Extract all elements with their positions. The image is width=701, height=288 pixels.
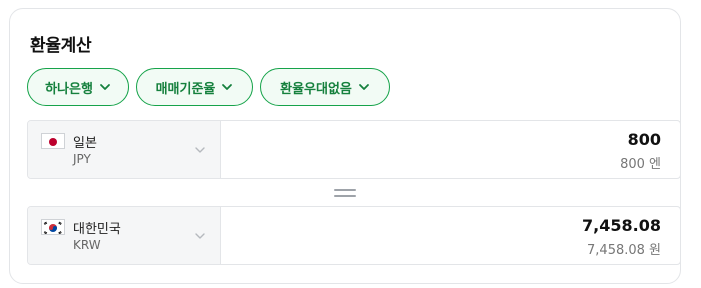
chevron-down-icon [195,233,205,239]
rate-type-select-chip[interactable]: 매매기준율 [136,68,253,106]
chevron-down-icon [222,84,233,90]
bank-select-chip[interactable]: 하나은행 [27,68,129,106]
korea-flag-icon [41,219,65,235]
preferential-rate-select-chip[interactable]: 환율우대없음 [260,68,390,106]
to-currency-row: 대한민국 KRW 7,458.08 7,458.08 원 [27,206,681,265]
to-currency-code: KRW [73,238,101,252]
from-currency-selector[interactable]: 일본 JPY [28,121,221,178]
chevron-down-icon [195,147,205,153]
to-amount-readout: 7,458.08 원 [587,243,661,258]
from-amount-value: 800 [627,130,661,149]
from-currency-code: JPY [73,152,91,166]
to-amount-input[interactable]: 7,458.08 7,458.08 원 [222,207,680,264]
exchange-rate-calculator-card: 환율계산 하나은행 매매기준율 환율우대없음 일본 JPY 800 800 엔 … [9,8,681,284]
rate-type-select-label: 매매기준율 [155,81,216,97]
chevron-down-icon [358,84,369,90]
equals-icon [334,189,356,198]
to-amount-value: 7,458.08 [582,216,661,235]
to-currency-selector[interactable]: 대한민국 KRW [28,207,221,264]
japan-flag-icon [41,133,65,149]
from-amount-input[interactable]: 800 800 엔 [222,121,680,178]
calculator-title: 환율계산 [30,36,92,56]
to-country-name: 대한민국 [73,222,121,237]
preferential-rate-select-label: 환율우대없음 [280,81,352,97]
from-amount-readout: 800 엔 [620,157,661,172]
from-currency-row: 일본 JPY 800 800 엔 [27,120,681,179]
chevron-down-icon [100,84,110,90]
bank-select-label: 하나은행 [45,81,93,97]
from-country-name: 일본 [73,136,97,151]
